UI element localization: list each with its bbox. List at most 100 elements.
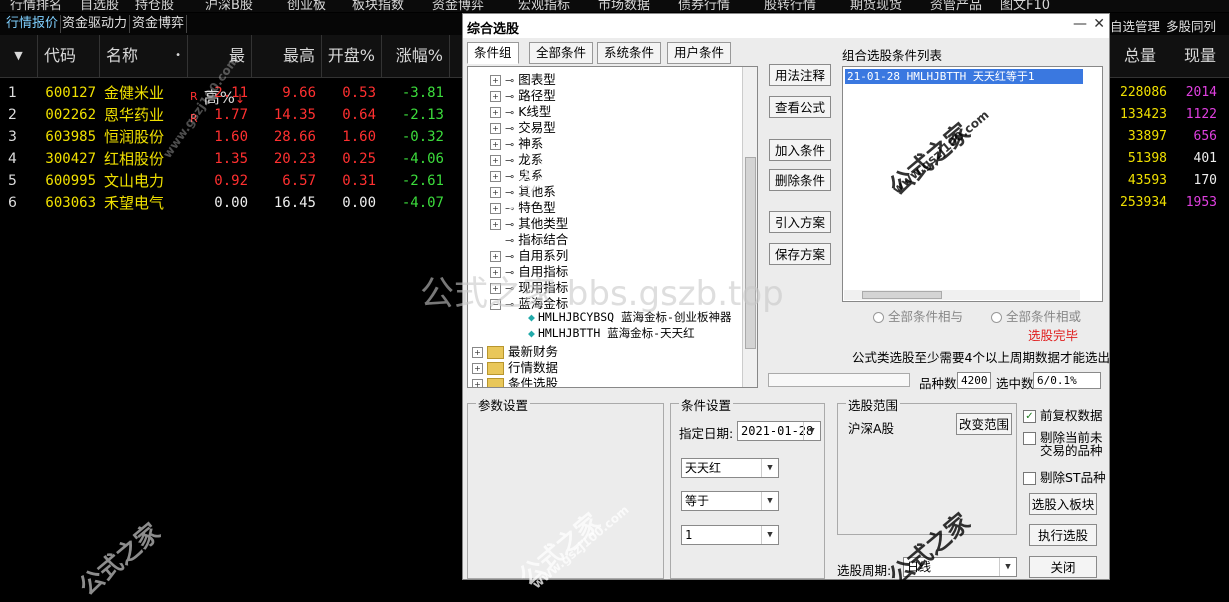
menu-item[interactable]: 期货现货 bbox=[850, 0, 902, 12]
table-row[interactable]: 6 603063 禾望电气 0.00 16.45 0.00 -4.07 bbox=[0, 192, 462, 214]
menu-item[interactable]: 图文F10 bbox=[1000, 0, 1050, 12]
col-high[interactable]: 最高 bbox=[252, 35, 322, 77]
grid-header: ▼ 代码 名称 • 最高%↓ 最高 开盘% 涨幅% bbox=[0, 35, 462, 107]
table-row[interactable]: 4 300427 红相股份 1.35 20.23 0.25 -4.06 bbox=[0, 148, 462, 170]
tree-scrollbar[interactable] bbox=[742, 67, 757, 387]
tab-system-conditions[interactable]: 系统条件 bbox=[597, 42, 662, 64]
condition-tree[interactable]: + ⊸ 图表型 + ⊸ 路径型 + ⊸ K线型 + ⊸ 交易型 + ⊸ 神系 + ⊸ 龙系 + ⊸ 鬼系 +… bbox=[467, 66, 758, 388]
dialog-titlebar[interactable]: 综合选股 — ✕ bbox=[463, 14, 1109, 38]
run-screen-button[interactable]: 执行选股 bbox=[1029, 524, 1097, 546]
stock-code: 603063 bbox=[45, 195, 96, 211]
dropdown-icon[interactable]: ▼ bbox=[999, 558, 1016, 576]
tab-quote[interactable]: 行情报价 bbox=[4, 15, 62, 33]
add-to-block-button[interactable]: 选股入板块 bbox=[1029, 493, 1097, 515]
menu-item[interactable]: 资金博弈 bbox=[432, 0, 484, 12]
watchlist-manage-button[interactable]: 自选管理 bbox=[1110, 16, 1160, 35]
col-change[interactable]: 涨幅% bbox=[382, 35, 450, 77]
close-icon[interactable]: ✕ bbox=[1093, 16, 1105, 32]
table-row[interactable]: 5 600995 文山电力 0.92 6.57 0.31 -2.61 bbox=[0, 170, 462, 192]
open-pct: 0.25 bbox=[342, 151, 376, 167]
menu-item[interactable]: 沪深B股 bbox=[205, 0, 253, 12]
menu-item[interactable]: 债券行情 bbox=[678, 0, 730, 12]
chk-exclude-st[interactable]: 剔除ST品种 bbox=[1023, 467, 1106, 486]
menu-item[interactable]: 自选股 bbox=[80, 0, 119, 12]
folder-icon bbox=[487, 378, 504, 387]
menu-item[interactable]: 股转行情 bbox=[764, 0, 816, 12]
menu-item[interactable]: 持仓股 bbox=[135, 0, 174, 12]
checkbox-icon bbox=[1023, 432, 1036, 445]
tree-node[interactable]: + 条件选股 bbox=[472, 373, 558, 387]
menu-item[interactable]: 板块指数 bbox=[352, 0, 404, 12]
tree-leaf[interactable]: ◆ HMLHJBCYBSQ 蓝海金标-创业板神器 bbox=[528, 309, 731, 325]
total-volume: 228086 bbox=[1120, 85, 1167, 100]
indicator-select[interactable]: 天天红 ▼ bbox=[681, 458, 779, 478]
save-scheme-button[interactable]: 保存方案 bbox=[769, 243, 831, 265]
current-volume: 2014 bbox=[1185, 85, 1217, 100]
menu-item[interactable]: 创业板 bbox=[287, 0, 326, 12]
change-pct: -4.07 bbox=[401, 195, 444, 211]
dropdown-icon[interactable]: ▼ bbox=[761, 526, 778, 544]
radio-or[interactable]: 全部条件相或 bbox=[991, 306, 1081, 325]
scroll-thumb[interactable] bbox=[745, 157, 756, 349]
total-volume: 33897 bbox=[1127, 129, 1167, 144]
col-current-volume[interactable]: 现量 bbox=[1184, 35, 1216, 77]
multi-stock-button[interactable]: 多股同列 bbox=[1166, 16, 1216, 35]
condition-list[interactable]: 21-01-28 HMLHJBTTH 天天红等于1 bbox=[842, 66, 1103, 302]
row-index: 4 bbox=[8, 151, 17, 167]
tab-capital-game[interactable]: 资金博弈 bbox=[130, 15, 188, 33]
dropdown-icon[interactable]: ▼ bbox=[761, 492, 778, 510]
change-pct: -2.13 bbox=[401, 107, 444, 123]
date-picker[interactable]: 2021-01-28 ▼ bbox=[737, 421, 821, 441]
value-select[interactable]: 1 ▼ bbox=[681, 525, 779, 545]
operator-select[interactable]: 等于 ▼ bbox=[681, 491, 779, 511]
menu-item[interactable]: 市场数据 bbox=[598, 0, 650, 12]
col-open-pct[interactable]: 开盘% bbox=[322, 35, 382, 77]
tab-user-conditions[interactable]: 用户条件 bbox=[667, 42, 732, 64]
high-price: 16.45 bbox=[273, 195, 316, 211]
col-total-volume[interactable]: 总量 bbox=[1124, 35, 1156, 77]
list-hscrollbar[interactable] bbox=[844, 290, 1080, 300]
chk-exclude-untraded-line2: 交易的品种 bbox=[1040, 443, 1103, 458]
tab-all-conditions[interactable]: 全部条件 bbox=[529, 42, 594, 64]
column-menu-icon[interactable]: ▼ bbox=[0, 35, 38, 77]
tree-leaf[interactable]: ◆ HMLHJBTTH 蓝海金标-天天红 bbox=[528, 325, 695, 341]
stock-code: 300427 bbox=[45, 151, 96, 167]
usage-notes-button[interactable]: 用法注释 bbox=[769, 64, 831, 86]
high-price: 20.23 bbox=[273, 151, 316, 167]
delete-condition-button[interactable]: 删除条件 bbox=[769, 169, 831, 191]
add-condition-button[interactable]: 加入条件 bbox=[769, 139, 831, 161]
col-high-pct[interactable]: 最高%↓ bbox=[188, 35, 252, 107]
collapse-icon[interactable]: − bbox=[490, 299, 501, 310]
import-scheme-button[interactable]: 引入方案 bbox=[769, 211, 831, 233]
menu-item[interactable]: 宏观指标 bbox=[518, 0, 570, 12]
change-range-button[interactable]: 改变范围 bbox=[956, 413, 1012, 435]
col-name[interactable]: 名称 • bbox=[100, 35, 188, 77]
dropdown-icon[interactable]: ▼ bbox=[761, 459, 778, 477]
table-row[interactable]: 2 002262 恩华药业 R 1.77 14.35 0.64 -2.13 bbox=[0, 104, 462, 126]
tab-condition-group[interactable]: 条件组 bbox=[467, 42, 519, 64]
row-index: 3 bbox=[8, 129, 17, 145]
table-row[interactable]: 3 603985 恒润股份 1.60 28.66 1.60 -0.32 bbox=[0, 126, 462, 148]
period-select[interactable]: 日线 ▼ bbox=[903, 557, 1017, 577]
condition-list-item[interactable]: 21-01-28 HMLHJBTTH 天天红等于1 bbox=[845, 69, 1083, 84]
tab-capital-drive[interactable]: 资金驱动力 bbox=[60, 15, 131, 33]
open-pct: 0.64 bbox=[342, 107, 376, 123]
high-pct: 1.35 bbox=[214, 151, 248, 167]
close-button[interactable]: 关闭 bbox=[1029, 556, 1097, 578]
hit-value: 6/0.1% bbox=[1033, 372, 1101, 389]
minimize-icon[interactable]: — bbox=[1073, 16, 1087, 32]
expand-icon[interactable]: + bbox=[472, 379, 483, 387]
formula-icon: ◆ bbox=[528, 310, 535, 324]
col-code[interactable]: 代码 bbox=[38, 35, 100, 77]
change-pct: -3.81 bbox=[401, 85, 444, 101]
table-row[interactable]: 1 600127 金健米业 R 2.11 9.66 0.53 -3.81 bbox=[0, 82, 462, 104]
chk-forward-adjusted[interactable]: ✓ 前复权数据 bbox=[1023, 405, 1103, 424]
radio-and[interactable]: 全部条件相与 bbox=[873, 306, 963, 325]
dropdown-icon[interactable]: ▼ bbox=[803, 422, 820, 440]
menu-item[interactable]: 行情排名 bbox=[10, 0, 62, 12]
view-formula-button[interactable]: 查看公式 bbox=[769, 96, 831, 118]
hit-label: 选中数 bbox=[996, 376, 1034, 391]
scroll-thumb[interactable] bbox=[862, 291, 942, 299]
menu-item[interactable]: 资管产品 bbox=[930, 0, 982, 12]
period-label: 选股周期: bbox=[837, 563, 892, 578]
